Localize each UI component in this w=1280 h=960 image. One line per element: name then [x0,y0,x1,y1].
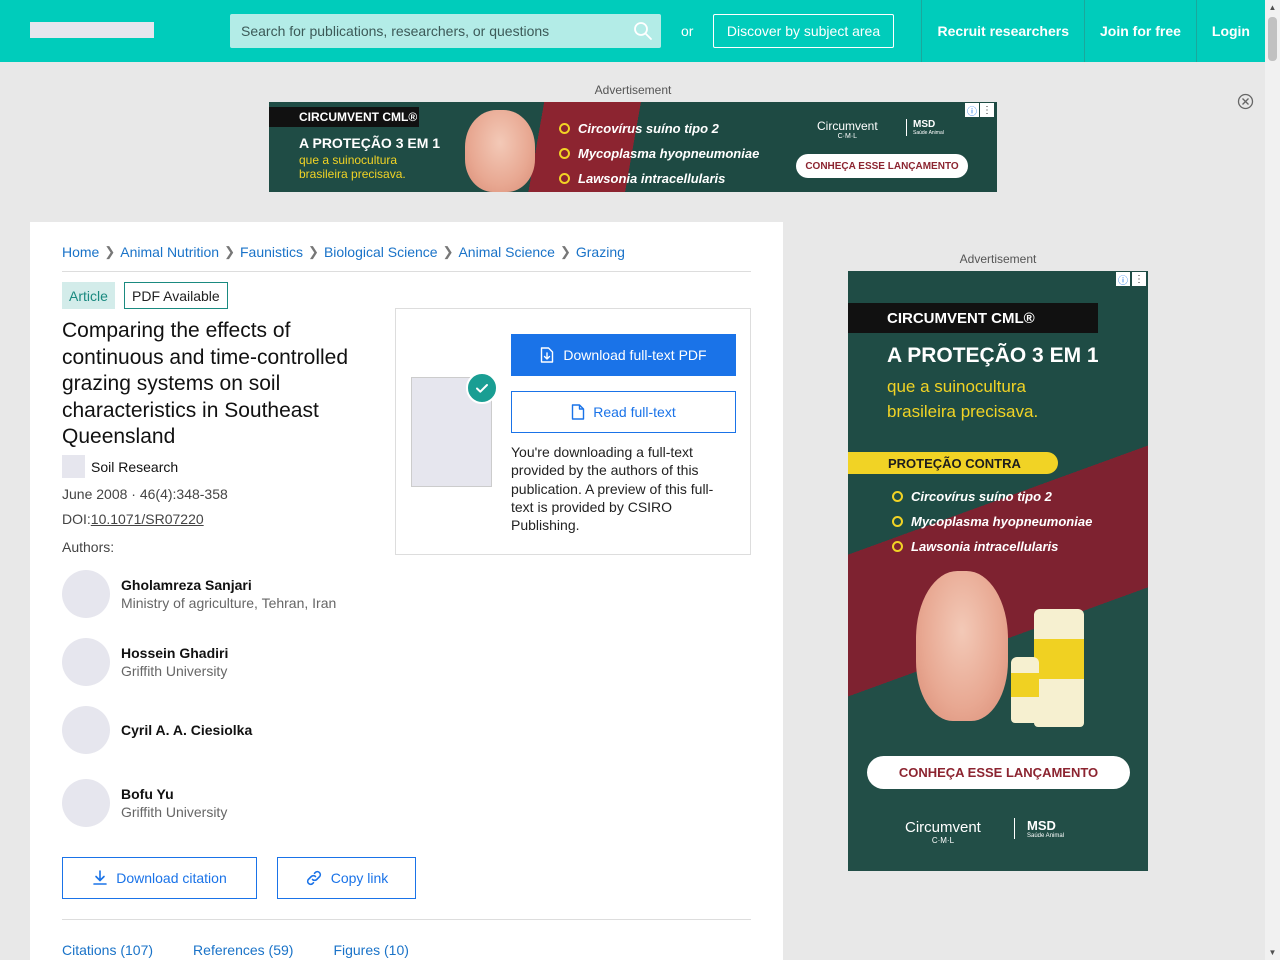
side-ad-cta-button[interactable]: CONHEÇA ESSE LANÇAMENTO [867,756,1130,789]
join-link[interactable]: Join for free [1083,0,1196,62]
side-ad-headline: A PROTEÇÃO 3 EM 1 [887,344,1099,367]
chevron-right-icon: ❯ [442,244,454,259]
article-card: Home ❯ Animal Nutrition ❯ Faunistics ❯ B… [30,222,783,960]
search-input[interactable] [230,14,661,48]
download-icon [93,870,108,885]
side-circumvent-logo: Circumvent C·M·L [905,819,981,845]
tab-figures[interactable]: Figures (10) [333,942,408,958]
breadcrumb-biological-science[interactable]: Biological Science [324,244,438,260]
divider [62,919,751,920]
breadcrumb-grazing[interactable]: Grazing [576,244,625,260]
vaccine-bottle-large [1034,609,1084,727]
search-box [230,14,661,48]
side-ad-info-icon[interactable]: ⓘ [1116,272,1130,287]
author-affiliation: Griffith University [121,663,228,679]
authors-heading: Authors: [62,539,115,555]
ad-cta-button[interactable]: CONHEÇA ESSE LANÇAMENTO [796,154,968,178]
avatar[interactable] [62,779,110,827]
author-item[interactable]: Gholamreza Sanjari Ministry of agricultur… [62,570,336,618]
top-advertisement[interactable]: CIRCUMVENT CML® A PROTEÇÃO 3 EM 1 que a … [269,102,997,192]
ad-subline: que a suinocultura brasileira precisava. [299,153,406,181]
download-pdf-button[interactable]: Download full-text PDF [511,334,736,376]
scroll-up-arrow-icon[interactable]: ▲ [1265,0,1280,15]
side-pig-image [916,571,1008,721]
doi-link[interactable]: 10.1071/SR07220 [91,511,204,527]
ad-label-top: Advertisement [594,83,672,97]
link-icon [306,870,321,886]
ad-info-icon[interactable]: ⓘ [965,103,979,118]
journal-name[interactable]: Soil Research [91,459,178,475]
chevron-right-icon: ❯ [104,244,116,259]
breadcrumb-animal-science[interactable]: Animal Science [458,244,555,260]
download-citation-button[interactable]: Download citation [62,857,257,899]
breadcrumb: Home ❯ Animal Nutrition ❯ Faunistics ❯ B… [62,244,625,260]
divider [62,271,751,272]
recruit-researchers-link[interactable]: Recruit researchers [921,0,1084,62]
breadcrumb-home[interactable]: Home [62,244,99,260]
page-scrollbar[interactable]: ▲ ▼ [1265,0,1280,960]
site-logo[interactable] [30,22,154,38]
side-ad-disease-list: Circovírus suíno tipo 2 Mycoplasma hyopn… [892,484,1092,559]
scroll-down-arrow-icon[interactable]: ▼ [1265,945,1280,960]
article-title: Comparing the effects of continuous and … [62,319,349,448]
side-ad-subline: que a suinocultura brasileira precisava. [887,377,1039,421]
ad-brand: CIRCUMVENT CML® [269,107,419,127]
discover-subject-button[interactable]: Discover by subject area [713,14,894,48]
side-advertisement[interactable]: CIRCUMVENT CML® A PROTEÇÃO 3 EM 1 que a … [848,271,1148,871]
author-name[interactable]: Cyril A. A. Ciesiolka [121,721,252,739]
pig-image [465,110,535,192]
breadcrumb-animal-nutrition[interactable]: Animal Nutrition [120,244,219,260]
chevron-right-icon: ❯ [559,244,571,259]
author-item[interactable]: Cyril A. A. Ciesiolka [62,706,252,754]
scroll-thumb[interactable] [1268,17,1277,61]
pdf-download-icon [541,347,554,363]
article-tabs: Citations (107) References (59) Figures … [62,942,409,958]
download-panel: Download full-text PDF Read full-text Yo… [395,308,751,555]
msd-logo: MSD Saúde Animal [906,119,944,136]
journal-info: Soil Research [62,455,178,478]
tab-references[interactable]: References (59) [193,942,293,958]
ad-disease-list: Circovírus suíno tipo 2 Mycoplasma hyopn… [559,116,759,191]
breadcrumb-faunistics[interactable]: Faunistics [240,244,303,260]
author-affiliation: Griffith University [121,804,228,820]
author-item[interactable]: Bofu Yu Griffith University [62,779,227,827]
ad-label-side: Advertisement [959,252,1037,266]
login-link[interactable]: Login [1195,0,1265,62]
tab-citations[interactable]: Citations (107) [62,942,153,958]
author-affiliation: Ministry of agriculture, Tehran, Iran [121,595,337,611]
article-type-badge: Article [62,282,115,309]
read-full-text-button[interactable]: Read full-text [511,391,736,433]
ad-headline: A PROTEÇÃO 3 EM 1 [299,135,441,151]
author-name[interactable]: Bofu Yu [121,785,227,803]
pdf-available-badge: PDF Available [124,282,228,309]
journal-thumbnail [62,455,85,478]
avatar[interactable] [62,638,110,686]
ad-menu-icon[interactable]: ⋮ [980,103,994,117]
ad-close-icon[interactable] [1237,93,1254,110]
chevron-right-icon: ❯ [224,244,235,259]
author-item[interactable]: Hossein Ghadiri Griffith University [62,638,228,686]
or-label: or [681,23,694,39]
author-name[interactable]: Gholamreza Sanjari [121,576,336,594]
top-header: or Discover by subject area Recruit rese… [0,0,1265,62]
checkmark-icon [466,372,498,404]
side-ad-protection: PROTEÇÃO CONTRA [848,452,1058,474]
side-ad-menu-icon[interactable]: ⋮ [1132,272,1146,286]
header-nav: Recruit researchers Join for free Login [921,0,1265,62]
chevron-right-icon: ❯ [308,244,319,259]
avatar[interactable] [62,570,110,618]
copy-link-button[interactable]: Copy link [277,857,416,899]
doi: DOI:10.1071/SR07220 [62,511,204,527]
side-ad-brand: CIRCUMVENT CML® [848,303,1098,333]
circumvent-logo: Circumvent C·M·L [817,119,878,140]
download-note: You're downloading a full-text provided … [511,444,714,534]
publication-date: June 2008 · 46(4):348-358 [62,486,228,502]
vaccine-bottle-small [1011,657,1039,723]
author-name[interactable]: Hossein Ghadiri [121,644,228,662]
document-icon [572,404,585,420]
search-icon[interactable] [633,21,653,41]
side-msd-logo: MSD Saúde Animal [1014,818,1064,839]
avatar[interactable] [62,706,110,754]
